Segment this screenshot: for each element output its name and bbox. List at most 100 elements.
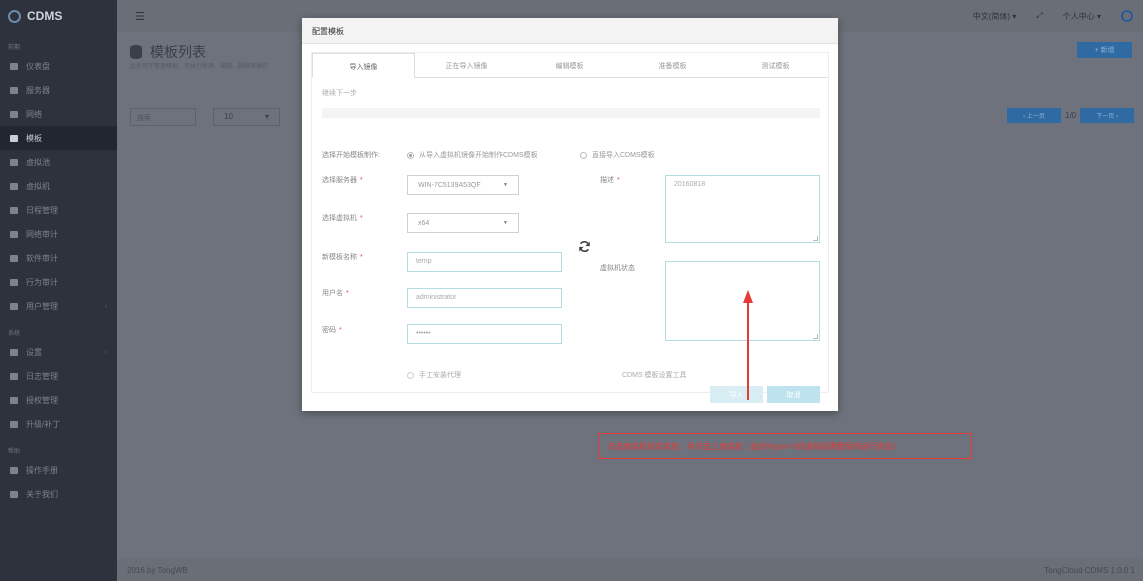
sidebar-item[interactable]: 服务器 <box>0 78 117 102</box>
radio-direct-import[interactable]: 直接导入CDMS模板 <box>580 150 655 160</box>
radio-from-image[interactable]: 从导入虚拟机镜像开始制作CDMS模板 <box>407 150 538 160</box>
server-value: WIN-7C5139A53QF <box>418 181 481 189</box>
server-icon <box>10 86 18 94</box>
sidebar-item[interactable]: 模板 <box>0 126 117 150</box>
sidebar-item[interactable]: 日志管理 <box>0 364 117 388</box>
tab-2[interactable]: 编辑模板 <box>518 53 621 77</box>
sidebar-item[interactable]: 仪表盘 <box>0 54 117 78</box>
sidebar-item-label: 软件审计 <box>26 253 58 263</box>
server-select[interactable]: WIN-7C5139A53QF ▼ <box>407 175 519 195</box>
menu-toggle-icon[interactable]: ☰ <box>135 10 145 23</box>
vm-status-label: 虚拟机状态 <box>600 265 635 272</box>
brand[interactable]: CDMS <box>0 0 117 32</box>
manual-agent-option[interactable]: 手工安装代理 <box>407 370 461 380</box>
next-step-link[interactable]: 继续下一步 <box>322 88 357 98</box>
tab-1[interactable]: 正在导入镜像 <box>415 53 518 77</box>
resize-grip-icon[interactable] <box>813 334 818 339</box>
search-input[interactable]: 搜索 <box>130 108 196 126</box>
tab-0[interactable]: 导入镜像 <box>312 53 415 78</box>
card-icon <box>10 278 18 286</box>
tab-4[interactable]: 测试模板 <box>724 53 827 77</box>
fullscreen-icon[interactable]: ⤢ <box>1036 11 1042 21</box>
modal-title: 配置模板 <box>302 18 838 44</box>
page-title: 模板列表 <box>130 42 206 62</box>
radio-unchecked-icon <box>407 371 414 379</box>
page-size-select[interactable]: 10 ▾ <box>213 108 280 126</box>
description-textarea[interactable]: 20160818 <box>665 175 820 243</box>
sidebar-item-label: 网络 <box>26 109 42 119</box>
sidebar-item-label: 授权管理 <box>26 395 58 405</box>
brand-logo-icon[interactable] <box>1121 10 1133 22</box>
nav-section-system: 系统 <box>8 331 21 337</box>
username-label: 用户名 * <box>322 290 349 297</box>
sidebar-item-label: 操作手册 <box>26 465 58 475</box>
sidebar-item[interactable]: 软件审计 <box>0 246 117 270</box>
template-name-input[interactable]: temp <box>407 252 562 272</box>
sidebar-item[interactable]: 虚拟池 <box>0 150 117 174</box>
cloud-icon <box>10 420 18 428</box>
sidebar-item[interactable]: 授权管理 <box>0 388 117 412</box>
sidebar-item[interactable]: 虚拟机 <box>0 174 117 198</box>
resize-grip-icon[interactable] <box>813 236 818 241</box>
radio-unchecked-icon <box>580 151 587 159</box>
chevron-left-icon: ‹ <box>104 348 107 356</box>
calendar-icon <box>10 206 18 214</box>
annotation-box: 点选虚拟机状态信息，并点击上虚拟机（此时Hyper-V的虚拟机需要保持运行状态） <box>598 433 972 459</box>
user-icon <box>10 302 18 310</box>
database-icon <box>130 45 142 59</box>
log-icon <box>10 372 18 380</box>
next-page-button[interactable]: 下一页 › <box>1080 108 1135 123</box>
sidebar-item[interactable]: 升级/补丁 <box>0 412 117 436</box>
radio-direct-import-label: 直接导入CDMS模板 <box>592 152 655 159</box>
logo-icon <box>8 9 21 23</box>
description-label: 描述 * <box>600 177 620 184</box>
sidebar-item[interactable]: 行为审计 <box>0 270 117 294</box>
app-name: CDMS <box>27 9 63 23</box>
sidebar-item-label: 日志管理 <box>26 371 58 381</box>
config-template-modal: 配置模板 导入镜像 正在导入镜像 编辑模板 准备模板 测试模板 继续下一步 选择开始模板… <box>302 18 838 411</box>
sidebar-item[interactable]: 用户管理 ‹ <box>0 294 117 318</box>
language-dropdown[interactable]: 中文(简体) ▾ <box>973 11 1017 22</box>
radio-checked-icon <box>407 151 414 159</box>
sidebar-item-label: 虚拟池 <box>26 157 50 167</box>
sidebar-item-label: 仪表盘 <box>26 61 50 71</box>
user-center-dropdown[interactable]: 个人中心 ▾ <box>1063 11 1101 22</box>
annotation-arrow-icon <box>743 290 753 400</box>
cancel-button[interactable]: 取消 <box>767 386 820 403</box>
sidebar-item-label: 虚拟机 <box>26 181 50 191</box>
footer-copyright: 2016 by TongWB <box>127 566 188 575</box>
password-label: 密码 * <box>322 327 342 334</box>
sidebar-item[interactable]: 设置 ‹ <box>0 340 117 364</box>
sidebar-item[interactable]: 网络 <box>0 102 117 126</box>
page-size-value: 10 <box>224 112 233 121</box>
manual-agent-label: 手工安装代理 <box>419 372 461 379</box>
progress-bar <box>322 108 820 118</box>
tab-3[interactable]: 准备模板 <box>621 53 724 77</box>
username-input[interactable]: administrator <box>407 288 562 308</box>
home-icon <box>10 62 18 70</box>
chevron-down-icon: ▾ <box>264 112 269 121</box>
sidebar-item-label: 关于我们 <box>26 489 58 499</box>
vm-value: x64 <box>418 219 430 227</box>
sidebar-item-label: 模板 <box>26 133 42 143</box>
chevron-left-icon: ‹ <box>104 302 107 310</box>
sidebar-item-label: 行为审计 <box>26 277 58 287</box>
description-value: 20160818 <box>674 181 706 188</box>
prev-page-button[interactable]: ‹ 上一页 <box>1007 108 1061 123</box>
sidebar-item-label: 升级/补丁 <box>26 419 61 429</box>
password-input[interactable]: •••••• <box>407 324 562 344</box>
sidebar-item[interactable]: 日程管理 <box>0 198 117 222</box>
sidebar-item-label: 服务器 <box>26 85 50 95</box>
template-tool-link[interactable]: CDMS 模板设置工具 <box>622 370 687 380</box>
page-title-text: 模板列表 <box>150 44 206 60</box>
sidebar-item[interactable]: 关于我们 <box>0 482 117 506</box>
cube-icon <box>10 254 18 262</box>
pool-icon <box>10 158 18 166</box>
sidebar-item[interactable]: 操作手册 <box>0 458 117 482</box>
modal-tabs: 导入镜像 正在导入镜像 编辑模板 准备模板 测试模板 <box>312 53 828 78</box>
sidebar-item[interactable]: 网络审计 <box>0 222 117 246</box>
add-button[interactable]: + 新增 <box>1077 42 1132 58</box>
vm-select[interactable]: x64 ▼ <box>407 213 519 233</box>
refresh-icon[interactable] <box>578 240 591 253</box>
page-subtitle: 此处用于管理模板，可执行新建、编辑、删除等操作 <box>130 64 269 70</box>
